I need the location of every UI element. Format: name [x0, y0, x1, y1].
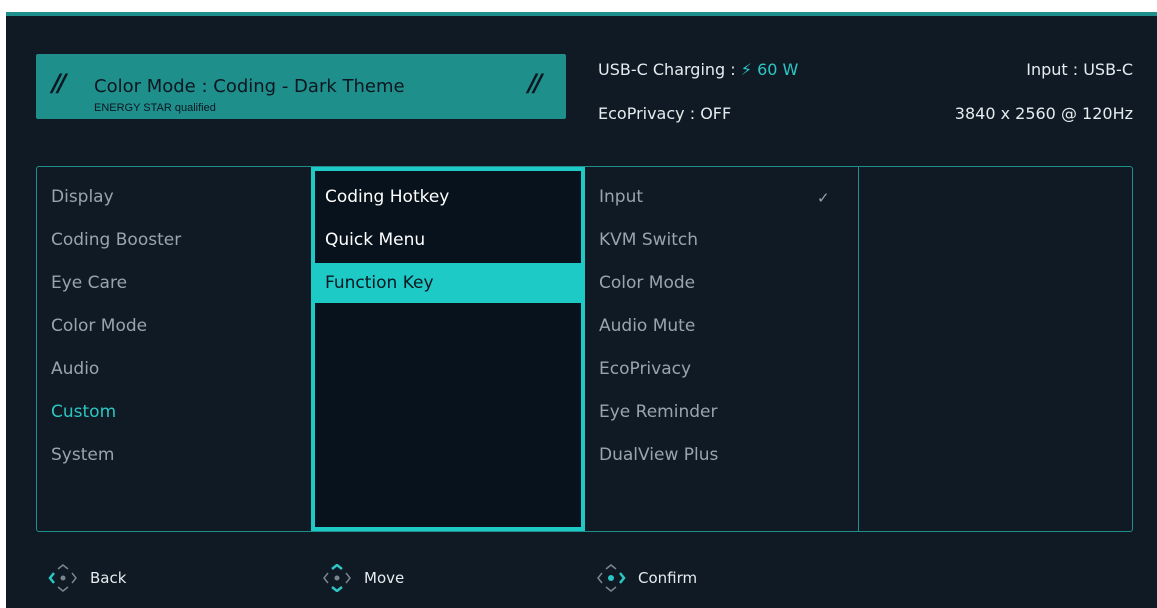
submenu-selected-highlight[interactable]: Function Key [315, 263, 581, 303]
option-item-eco-privacy[interactable]: EcoPrivacy [599, 351, 691, 387]
confirm-label: Confirm [638, 569, 698, 587]
usb-charging-value: 60 W [757, 60, 799, 79]
slash-decoration-icon: // [52, 69, 66, 97]
back-label: Back [90, 569, 127, 587]
eco-privacy-status: EcoPrivacy : OFF [598, 104, 732, 123]
input-status: Input : USB-C [1026, 60, 1133, 79]
charging-bolt-icon: ⚡ [740, 60, 752, 79]
option-item-color-mode[interactable]: Color Mode [599, 265, 695, 301]
osd-menu-panel: Display Coding Booster Eye Care Color Mo… [36, 166, 1133, 532]
color-mode-title: Color Mode : Coding - Dark Theme [94, 76, 405, 97]
main-menu-item-audio[interactable]: Audio [51, 351, 99, 387]
submenu-item-coding-hotkey[interactable]: Coding Hotkey [325, 179, 449, 215]
option-item-audio-mute[interactable]: Audio Mute [599, 308, 695, 344]
main-menu-item-custom[interactable]: Custom [51, 394, 116, 430]
main-menu-item-coding-booster[interactable]: Coding Booster [51, 222, 181, 258]
option-item-eye-reminder[interactable]: Eye Reminder [599, 394, 717, 430]
joystick-right-icon [597, 564, 626, 592]
slash-decoration-icon: // [528, 69, 542, 97]
checkmark-icon: ✓ [817, 189, 830, 207]
option-item-dualview-plus[interactable]: DualView Plus [599, 437, 718, 473]
energy-star-label: ENERGY STAR qualified [94, 102, 216, 114]
usb-charging-label: USB-C Charging : [598, 60, 741, 79]
joystick-left-icon [48, 564, 77, 592]
main-menu-item-display[interactable]: Display [51, 179, 114, 215]
color-mode-banner: // Color Mode : Coding - Dark Theme ENER… [36, 54, 566, 119]
submenu-item-quick-menu[interactable]: Quick Menu [325, 222, 425, 258]
main-menu-column: Display Coding Booster Eye Care Color Mo… [37, 167, 311, 531]
submenu-item-function-key[interactable]: Function Key [325, 265, 434, 301]
main-menu-item-eye-care[interactable]: Eye Care [51, 265, 127, 301]
resolution-status: 3840 x 2560 @ 120Hz [954, 104, 1133, 123]
option-item-kvm-switch[interactable]: KVM Switch [599, 222, 698, 258]
submenu-column: Coding Hotkey Quick Menu Function Key [311, 167, 585, 531]
main-menu-item-system[interactable]: System [51, 437, 114, 473]
move-label: Move [364, 569, 405, 587]
options-column: Input ✓ KVM Switch Color Mode Audio Mute… [585, 167, 859, 531]
usb-charging-status: USB-C Charging : ⚡ 60 W [598, 60, 798, 79]
main-menu-item-color-mode[interactable]: Color Mode [51, 308, 147, 344]
osd-screen: // Color Mode : Coding - Dark Theme ENER… [6, 12, 1157, 608]
detail-column [859, 167, 1132, 531]
option-item-input[interactable]: Input [599, 179, 643, 215]
joystick-updown-icon [323, 564, 351, 592]
